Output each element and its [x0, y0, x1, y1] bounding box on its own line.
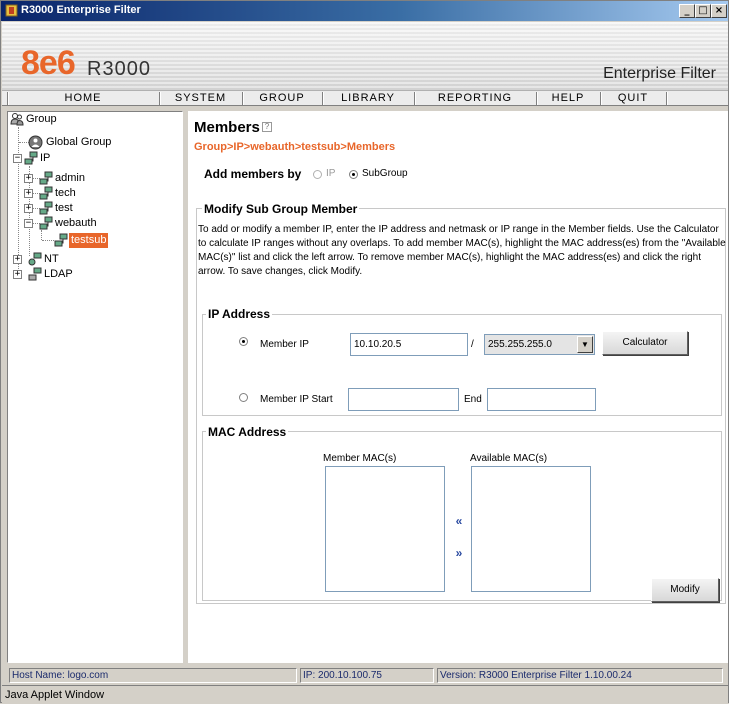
tree-item-ldap[interactable]: + LDAP: [10, 267, 160, 282]
breadcrumb: Group>IP>webauth>testsub>Members: [194, 141, 396, 153]
tree-label: tech: [55, 187, 76, 199]
member-ip-end-input[interactable]: [487, 388, 596, 411]
tree-item-webauth[interactable]: − webauth: [21, 216, 171, 231]
nav-separator: [666, 92, 668, 105]
tree-line: [41, 230, 42, 240]
maximize-button[interactable]: □: [695, 4, 711, 18]
tree-item-nt[interactable]: + NT: [10, 252, 160, 267]
domain-icon: [28, 252, 42, 266]
nav-reporting[interactable]: REPORTING: [416, 92, 534, 105]
tree-item-global-group[interactable]: Global Group: [28, 135, 178, 150]
tree-label: webauth: [55, 217, 97, 229]
window-title: R3000 Enterprise Filter: [21, 4, 141, 16]
network-icon: [24, 151, 38, 165]
member-ip-start-input[interactable]: [348, 388, 459, 411]
collapse-icon[interactable]: −: [24, 219, 33, 228]
nav-separator: [7, 92, 9, 105]
nav-group[interactable]: GROUP: [244, 92, 320, 105]
globe-icon: [28, 135, 43, 150]
tree-item-admin[interactable]: + admin: [21, 171, 171, 186]
ip-address-title: IP Address: [206, 307, 273, 321]
page-title: Members: [194, 119, 260, 136]
tree-label: NT: [44, 253, 59, 265]
java-applet-warning: Java Applet Window: [2, 685, 728, 703]
app-header: 8e6 R3000 Enterprise Filter: [2, 22, 728, 90]
tree-item-group[interactable]: Group: [10, 112, 180, 127]
logo-brand: 8e6: [21, 44, 76, 82]
title-bar: R3000 Enterprise Filter _ □ ×: [1, 1, 728, 21]
slash-separator: /: [471, 339, 474, 350]
available-macs-list[interactable]: [471, 466, 591, 592]
tree-label: Group: [26, 113, 57, 125]
end-label: End: [464, 394, 482, 405]
directory-icon: [28, 267, 42, 281]
expand-icon[interactable]: +: [13, 255, 22, 264]
member-ip-label: Member IP: [260, 339, 309, 350]
tree-label-selected: testsub: [69, 233, 109, 248]
status-host: Host Name: logo.com: [9, 668, 297, 683]
member-macs-list[interactable]: [325, 466, 445, 592]
expand-icon[interactable]: +: [24, 174, 33, 183]
member-macs-label: Member MAC(s): [323, 453, 397, 464]
nav-system[interactable]: SYSTEM: [161, 92, 240, 105]
users-icon: [10, 113, 24, 126]
nav-home[interactable]: HOME: [10, 92, 156, 105]
radio-add-by-ip[interactable]: [313, 170, 322, 179]
instructions-text: To add or modify a member IP, enter the …: [198, 224, 726, 277]
tree-label: Global Group: [46, 136, 112, 148]
tree-item-tech[interactable]: + tech: [21, 186, 171, 201]
radio-add-by-subgroup[interactable]: [349, 170, 358, 179]
modify-subgroup-title: Modify Sub Group Member: [202, 202, 360, 216]
network-icon: [39, 171, 53, 185]
help-icon[interactable]: ?: [262, 122, 272, 132]
tree-line: [42, 240, 54, 241]
close-button[interactable]: ×: [711, 4, 727, 18]
add-members-by-label: Add members by: [204, 167, 302, 181]
add-mac-left-arrow-icon[interactable]: «: [453, 514, 465, 528]
tree-item-testsub[interactable]: testsub: [54, 233, 174, 248]
network-icon: [39, 216, 53, 230]
main-panel: Members ? Group>IP>webauth>testsub>Membe…: [188, 111, 728, 663]
network-icon: [54, 233, 68, 247]
netmask-value: 255.255.255.0: [488, 339, 552, 350]
tree-label: test: [55, 202, 73, 214]
netmask-select[interactable]: 255.255.255.0 ▼: [484, 334, 595, 355]
status-version: Version: R3000 Enterprise Filter 1.10.00…: [437, 668, 723, 683]
network-icon: [39, 186, 53, 200]
nav-quit[interactable]: QUIT: [602, 92, 664, 105]
app-icon: [5, 4, 18, 17]
remove-mac-right-arrow-icon[interactable]: »: [453, 546, 465, 560]
calculator-button[interactable]: Calculator: [602, 331, 688, 355]
radio-label-subgroup: SubGroup: [362, 168, 408, 179]
minimize-button[interactable]: _: [679, 4, 695, 18]
radio-member-ip-range[interactable]: [239, 393, 248, 402]
available-macs-label: Available MAC(s): [470, 453, 548, 464]
header-tagline: Enterprise Filter: [603, 65, 716, 82]
tree-label: LDAP: [44, 268, 73, 280]
expand-icon[interactable]: +: [24, 189, 33, 198]
mac-address-title: MAC Address: [206, 425, 289, 439]
radio-label-ip: IP: [326, 168, 336, 179]
network-icon: [39, 201, 53, 215]
tree-label: IP: [40, 152, 51, 164]
tree-item-ip[interactable]: − IP: [10, 151, 160, 166]
nav-help[interactable]: HELP: [538, 92, 598, 105]
member-ip-start-label: Member IP Start: [260, 394, 333, 405]
chevron-down-icon[interactable]: ▼: [577, 336, 593, 353]
status-ip: IP: 200.10.100.75: [300, 668, 434, 683]
main-nav: HOME SYSTEM GROUP LIBRARY REPORTING HELP…: [2, 90, 728, 106]
status-bar: Host Name: logo.com IP: 200.10.100.75 Ve…: [2, 667, 728, 684]
tree-item-test[interactable]: + test: [21, 201, 171, 216]
expand-icon[interactable]: +: [24, 204, 33, 213]
collapse-icon[interactable]: −: [13, 154, 22, 163]
group-tree: Group Global Group − IP + admin + tech +…: [7, 111, 183, 663]
expand-icon[interactable]: +: [13, 270, 22, 279]
member-ip-input[interactable]: 10.10.20.5: [350, 333, 468, 356]
radio-member-ip[interactable]: [239, 337, 248, 346]
logo-product: R3000: [87, 58, 151, 80]
app-window: R3000 Enterprise Filter _ □ × 8e6 R3000 …: [0, 0, 729, 703]
nav-library[interactable]: LIBRARY: [324, 92, 412, 105]
modify-button[interactable]: Modify: [651, 578, 719, 602]
tree-label: admin: [55, 172, 85, 184]
